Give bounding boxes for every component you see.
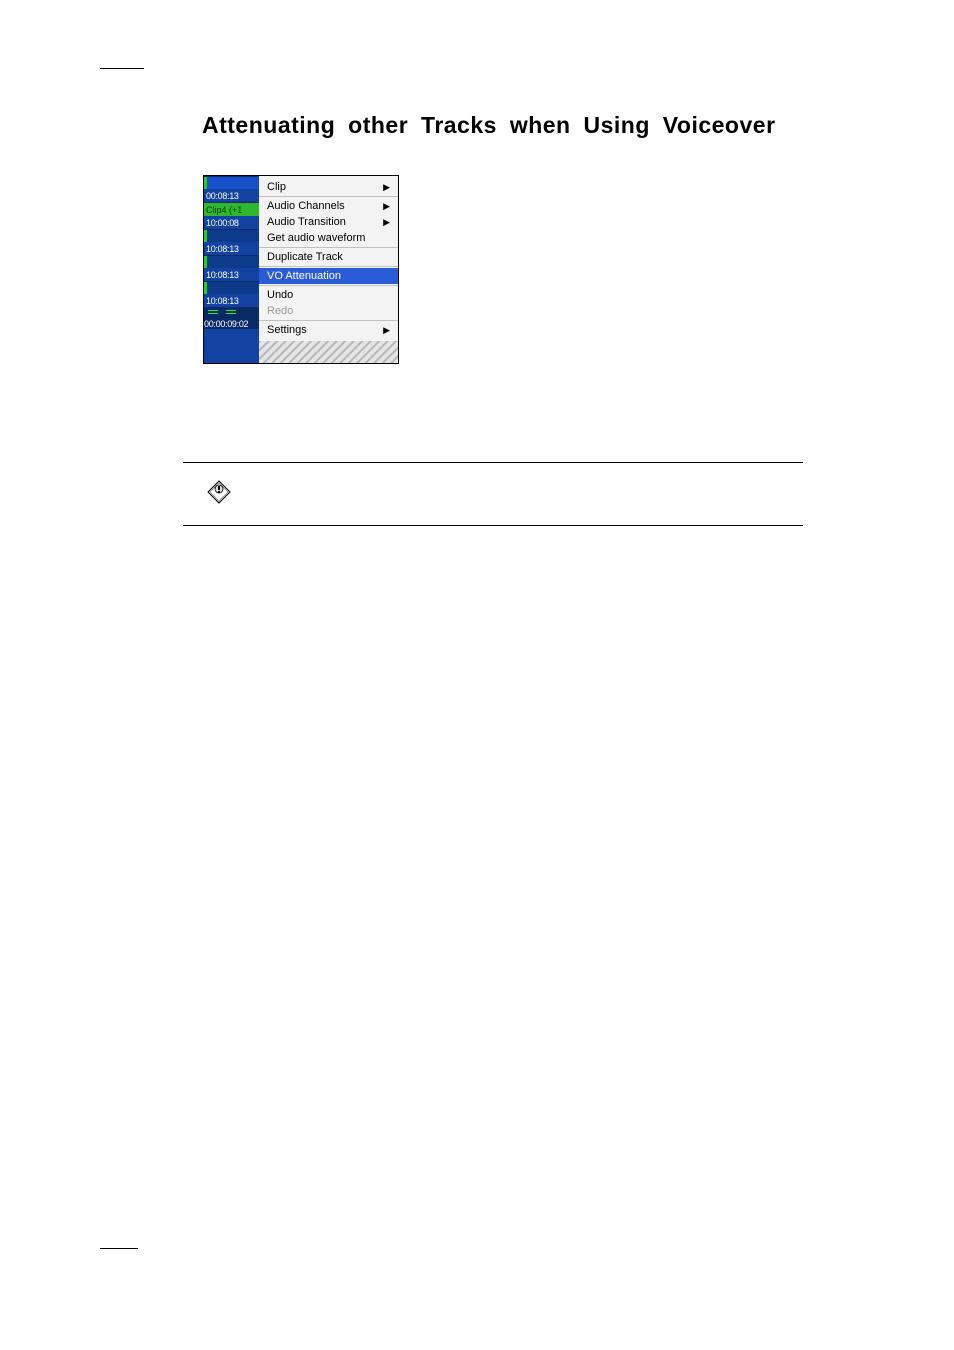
menu-item-clip[interactable]: Clip ▶ — [259, 179, 398, 195]
timeline-hatched-area — [259, 341, 398, 363]
menu-item-label: Clip — [267, 181, 286, 193]
track-chip — [204, 255, 259, 268]
menu-item-redo: Redo — [259, 303, 398, 319]
track-timecode: 10:08:13 — [204, 268, 259, 281]
chevron-right-icon: ▶ — [383, 217, 390, 228]
menu-item-label: Duplicate Track — [267, 251, 343, 263]
track-timecode: 00:08:13 — [204, 189, 259, 202]
context-menu-screenshot: 00:08:13 Clip4 (+1 10:00:08 10:08:13 10:… — [203, 175, 399, 364]
hamburger-icon — [208, 310, 218, 316]
track-timecode: 10:08:13 — [204, 242, 259, 255]
menu-item-label: Audio Channels — [267, 200, 345, 212]
menu-separator — [259, 285, 398, 286]
track-chip — [204, 281, 259, 294]
menu-item-label: Undo — [267, 289, 293, 301]
hamburger-icon — [226, 310, 236, 316]
menu-item-label: Redo — [267, 305, 293, 317]
menu-separator — [259, 266, 398, 267]
chevron-right-icon: ▶ — [383, 182, 390, 193]
timeline-tracks-panel: 00:08:13 Clip4 (+1 10:00:08 10:08:13 10:… — [204, 176, 259, 363]
section-heading: Attenuating other Tracks when Using Voic… — [202, 112, 776, 139]
menu-item-label: Settings — [267, 324, 307, 336]
menu-item-label: Get audio waveform — [267, 232, 365, 244]
menu-item-settings[interactable]: Settings ▶ — [259, 322, 398, 338]
note-box — [183, 462, 803, 526]
context-menu: Clip ▶ Audio Channels ▶ Audio Transition… — [259, 176, 398, 363]
menu-item-label: Audio Transition — [267, 216, 346, 228]
track-chip — [204, 176, 259, 189]
menu-item-undo[interactable]: Undo — [259, 287, 398, 303]
track-chip — [204, 229, 259, 242]
note-rule-top — [183, 462, 803, 463]
menu-item-duplicate-track[interactable]: Duplicate Track — [259, 249, 398, 265]
menu-separator — [259, 320, 398, 321]
menu-separator — [259, 247, 398, 248]
diamond-exclamation-icon — [207, 480, 231, 504]
top-short-rule — [100, 68, 144, 69]
menu-separator — [259, 196, 398, 197]
timeline-footer: 00:00:09:02 — [204, 307, 259, 329]
track-timecode: 10:08:13 — [204, 294, 259, 307]
clip-name: Clip4 (+1 — [204, 202, 259, 216]
footer-timecode: 00:00:09:02 — [204, 319, 248, 329]
menu-item-audio-transition[interactable]: Audio Transition ▶ — [259, 214, 398, 230]
chevron-right-icon: ▶ — [383, 201, 390, 212]
note-rule-bottom — [183, 525, 803, 526]
menu-item-audio-channels[interactable]: Audio Channels ▶ — [259, 198, 398, 214]
menu-item-vo-attenuation[interactable]: VO Attenuation — [259, 268, 398, 284]
bottom-short-rule — [100, 1248, 138, 1249]
track-timecode: 10:00:08 — [204, 216, 259, 229]
menu-item-label: VO Attenuation — [267, 270, 341, 282]
menu-item-get-waveform[interactable]: Get audio waveform — [259, 230, 398, 246]
chevron-right-icon: ▶ — [383, 325, 390, 336]
